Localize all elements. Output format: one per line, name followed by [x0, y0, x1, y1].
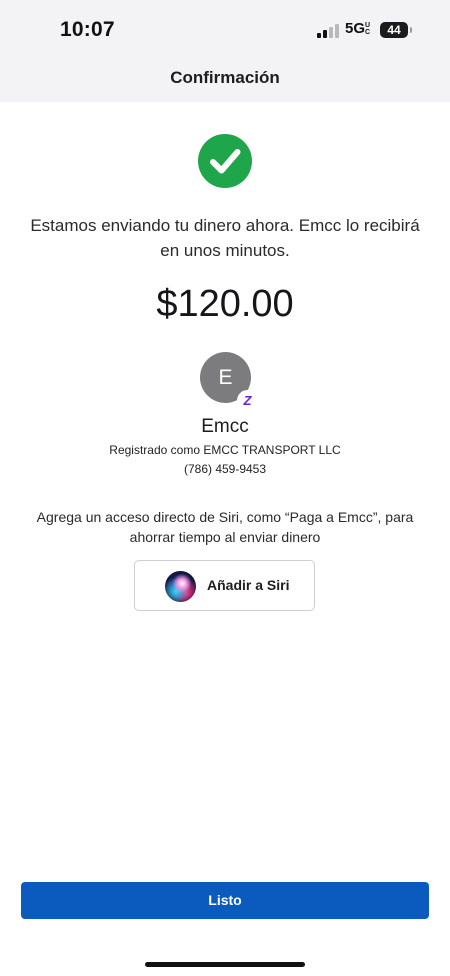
network-suffix: UC: [365, 22, 371, 37]
add-to-siri-button[interactable]: Añadir a Siri: [134, 560, 315, 611]
done-button[interactable]: Listo: [21, 882, 429, 919]
zelle-badge-icon: Z: [237, 390, 258, 411]
amount-sent: $120.00: [156, 283, 294, 325]
network-type: 5G: [345, 20, 366, 37]
battery-icon: 44: [380, 22, 412, 38]
recipient-name: Emcc: [201, 416, 249, 437]
status-time: 10:07: [60, 18, 115, 41]
siri-shortcut-prompt: Agrega un acceso directo de Siri, como “…: [36, 509, 414, 545]
network-indicator: 5GUC: [345, 20, 371, 37]
battery-level: 44: [387, 23, 401, 37]
confirmation-screen: 10:07 5GUC 44 Confirmación Estamos envia…: [0, 0, 450, 976]
recipient-phone: (786) 459-9453: [183, 462, 267, 476]
siri-orb-icon: [165, 571, 196, 602]
add-to-siri-label: Añadir a Siri: [207, 577, 290, 593]
page-title: Confirmación: [170, 68, 280, 87]
confirmation-message: Estamos enviando tu dinero ahora. Emcc l…: [30, 216, 420, 260]
top-bar: 10:07 5GUC 44 Confirmación: [0, 0, 450, 102]
checkmark-circle-icon: [198, 134, 252, 188]
recipient-registered-as: Registrado como EMCC TRANSPORT LLC: [109, 443, 341, 457]
home-indicator: [145, 962, 305, 967]
cellular-signal-icon: [317, 24, 339, 38]
